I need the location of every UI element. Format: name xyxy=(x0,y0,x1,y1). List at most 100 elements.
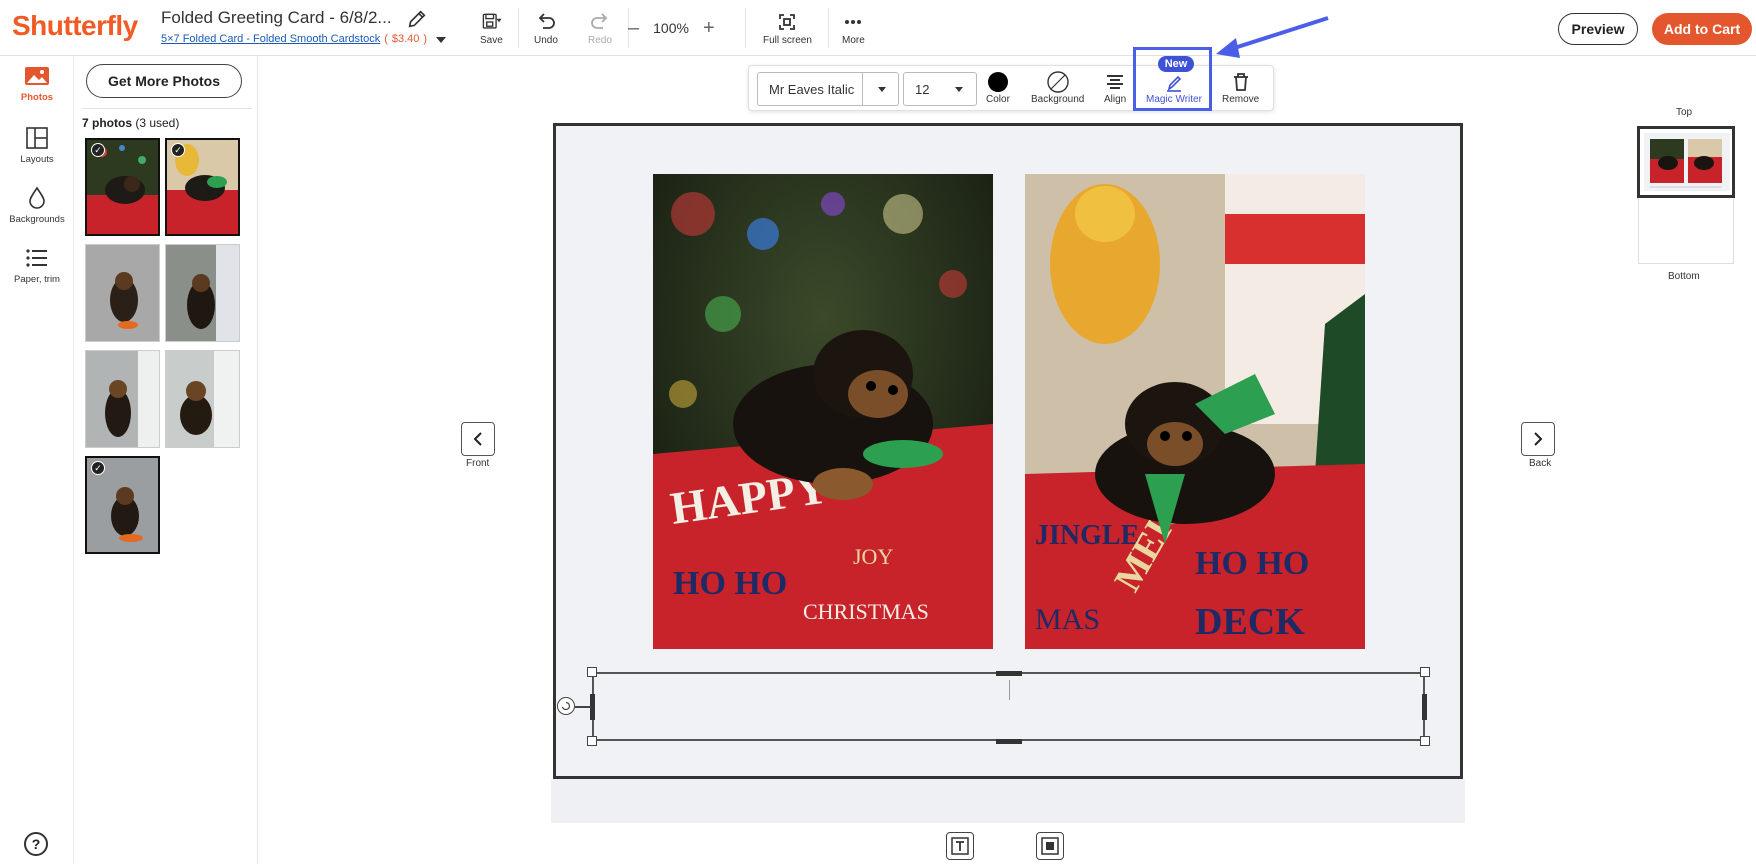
price-open: ( xyxy=(384,33,388,45)
pencil-icon[interactable] xyxy=(406,8,428,30)
photo-count-used: (3 used) xyxy=(132,116,180,130)
photo-box-icon xyxy=(1041,837,1059,855)
puppy-photo-thumbnail-image xyxy=(166,245,239,341)
resize-handle[interactable] xyxy=(1422,694,1427,720)
font-size-select[interactable]: 12 xyxy=(903,72,977,106)
undo-icon xyxy=(538,13,555,29)
svg-text:MAS: MAS xyxy=(1035,603,1100,636)
redo-icon xyxy=(591,13,608,29)
card-shadow-area xyxy=(551,779,1465,823)
font-size-value: 12 xyxy=(915,81,930,97)
bottom-page-label: Bottom xyxy=(1668,271,1700,282)
text-cursor xyxy=(1009,680,1010,700)
photo-thumbnail[interactable] xyxy=(165,244,240,342)
font-family-select[interactable]: Mr Eaves Italic xyxy=(757,72,899,106)
photo-icon xyxy=(25,67,49,85)
save-button[interactable]: Save xyxy=(480,12,503,46)
chevron-right-icon xyxy=(1534,432,1543,446)
back-label: Back xyxy=(1529,458,1552,469)
fullscreen-button[interactable]: Full screen xyxy=(763,12,812,46)
remove-label: Remove xyxy=(1222,94,1260,105)
more-button[interactable]: More xyxy=(842,12,865,46)
product-line: 5×7 Folded Card - Folded Smooth Cardstoc… xyxy=(161,33,427,45)
redo-button[interactable]: Redo xyxy=(588,12,612,46)
product-dropdown-icon[interactable] xyxy=(436,37,446,43)
color-label: Color xyxy=(986,94,1010,105)
undo-button[interactable]: Undo xyxy=(534,12,558,46)
chevron-down-icon xyxy=(878,87,886,92)
rail-label-photos: Photos xyxy=(20,92,54,103)
zoom-in-button[interactable]: + xyxy=(703,18,715,38)
resize-handle[interactable] xyxy=(996,671,1022,676)
chevron-down-icon xyxy=(955,87,963,92)
puppy-photo-thumbnail-image xyxy=(166,351,239,447)
bottom-page-thumbnail[interactable] xyxy=(1638,198,1734,264)
top-header: Shutterfly Folded Greeting Card - 6/8/2.… xyxy=(0,0,1756,56)
photo-thumbnail[interactable] xyxy=(165,350,240,448)
add-photo-box-button[interactable] xyxy=(1036,832,1064,860)
top-page-thumbnail[interactable] xyxy=(1637,126,1735,198)
text-box-icon xyxy=(951,837,969,855)
document-title[interactable]: Folded Greeting Card - 6/8/2... xyxy=(161,8,392,28)
page-preview-image xyxy=(1644,133,1730,191)
svg-text:JOY: JOY xyxy=(853,544,893,569)
align-button[interactable]: Align xyxy=(1104,70,1126,105)
photo-thumbnail[interactable]: ✓ xyxy=(85,138,160,236)
card-photo-right[interactable]: JINGLE MERRY HO HO DECK MAS xyxy=(1025,174,1365,649)
puppy-photo-thumbnail-image xyxy=(86,351,159,447)
photo-thumbnail[interactable]: ✓ xyxy=(165,138,240,236)
puppy-photo-image: HAPPY HO HO CHRISTMAS JOY xyxy=(653,174,993,649)
rail-label-paper-trim: Paper, trim xyxy=(14,274,60,285)
preview-button[interactable]: Preview xyxy=(1558,13,1638,45)
rail-item-paper-trim[interactable]: Paper, trim xyxy=(0,246,74,285)
header-divider xyxy=(518,8,519,48)
font-family-value: Mr Eaves Italic xyxy=(769,81,855,97)
rail-item-photos[interactable]: Photos xyxy=(0,64,74,103)
add-text-button[interactable] xyxy=(946,832,974,860)
fullscreen-icon xyxy=(779,14,796,30)
no-fill-icon xyxy=(1046,71,1069,93)
get-more-photos-button[interactable]: Get More Photos xyxy=(86,64,242,98)
resize-handle[interactable] xyxy=(996,739,1022,744)
rotate-handle-icon[interactable] xyxy=(557,697,575,715)
new-badge: New xyxy=(1158,56,1194,72)
color-button[interactable]: Color xyxy=(986,70,1010,105)
more-dots-icon xyxy=(845,20,862,24)
resize-handle[interactable] xyxy=(587,667,597,677)
color-swatch-icon xyxy=(987,72,1008,92)
fullscreen-label: Full screen xyxy=(763,35,812,46)
svg-text:HO HO: HO HO xyxy=(1195,545,1309,582)
trash-icon xyxy=(1233,73,1248,91)
front-page-button[interactable] xyxy=(461,422,495,456)
photo-thumbnail[interactable] xyxy=(85,350,160,448)
resize-handle[interactable] xyxy=(1420,736,1430,746)
photo-thumbnail[interactable] xyxy=(85,244,160,342)
photo-thumbnail[interactable]: ✓ xyxy=(85,456,160,554)
back-page-button[interactable] xyxy=(1521,422,1555,456)
product-link[interactable]: 5×7 Folded Card - Folded Smooth Cardstoc… xyxy=(161,33,380,45)
background-button[interactable]: Background xyxy=(1031,70,1084,105)
more-label: More xyxy=(842,35,865,46)
resize-handle[interactable] xyxy=(587,736,597,746)
puppy-photo-image: JINGLE MERRY HO HO DECK MAS xyxy=(1025,174,1365,649)
add-to-cart-button[interactable]: Add to Cart xyxy=(1652,13,1752,45)
card-photo-left[interactable]: HAPPY HO HO CHRISTMAS JOY xyxy=(653,174,993,649)
annotation-arrow-icon xyxy=(1216,16,1329,58)
help-icon[interactable]: ? xyxy=(24,832,48,856)
shutterfly-logo[interactable]: Shutterfly xyxy=(12,10,138,42)
resize-handle[interactable] xyxy=(1420,667,1430,677)
background-label: Background xyxy=(1031,94,1085,105)
select-divider xyxy=(862,73,863,105)
used-check-icon: ✓ xyxy=(171,143,185,157)
list-icon xyxy=(26,249,47,267)
align-label: Align xyxy=(1104,94,1127,105)
price-close: ) xyxy=(423,33,428,45)
left-rail: Photos Layouts Backgrounds Paper, trim xyxy=(0,56,74,864)
rail-item-layouts[interactable]: Layouts xyxy=(0,126,74,165)
svg-text:DECK: DECK xyxy=(1195,601,1305,643)
zoom-out-button[interactable]: – xyxy=(628,18,639,38)
remove-button[interactable]: Remove xyxy=(1222,70,1259,105)
rail-item-backgrounds[interactable]: Backgrounds xyxy=(0,186,74,225)
zoom-value: 100% xyxy=(653,20,689,36)
redo-label: Redo xyxy=(588,35,612,46)
